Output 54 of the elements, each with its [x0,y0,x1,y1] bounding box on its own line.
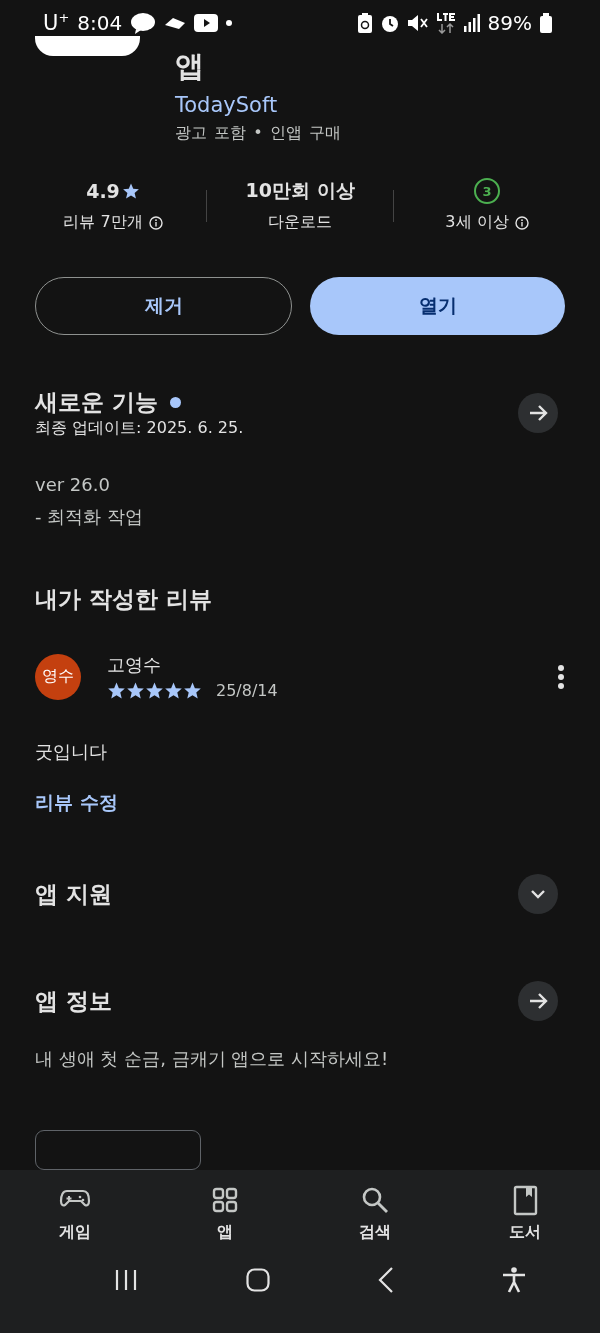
battery-saver-icon [357,12,372,33]
avatar: 영수 [35,653,81,700]
age-rating-label: 3세 이상 [445,212,509,234]
dot-icon [226,19,233,26]
app-icon [35,35,140,56]
rating-value: 4.9 [86,180,120,203]
lte-icon [435,11,456,34]
developer-link[interactable]: TodaySoft [175,90,341,119]
stat-label: 다운로드 [268,212,332,234]
review-date: 25/8/14 [216,681,278,700]
info-icon [514,216,529,230]
app-meta: 광고 포함 • 인앱 구매 [175,122,341,144]
play-icon [194,13,219,32]
new-indicator-icon [170,397,181,408]
download-count: 10만회 이상 [245,178,355,204]
star-icon [183,681,202,700]
nav-tab[interactable]: 앱 [150,1184,300,1243]
star-icon [121,182,140,201]
star-icon [164,681,183,700]
chat-icon [130,11,157,34]
carrier-name: U$^{+}$ [43,10,70,36]
section-title: 앱 정보 [35,986,113,1016]
recent-apps-icon[interactable] [114,1269,138,1291]
review-count: 리뷰 7만개 [63,212,143,234]
signal-icon [463,13,480,32]
open-button[interactable]: 열기 [310,277,565,335]
nav-tab[interactable]: 게임 [0,1184,150,1243]
info-icon [148,216,163,230]
app-title: 앱 [175,47,205,84]
chevron-down-icon[interactable] [518,874,558,914]
more-icon[interactable] [557,663,565,690]
star-icon [126,681,145,700]
star-icon [107,681,126,700]
release-note: ver 26.0 [35,473,111,497]
battery-percent: 89% [487,10,532,35]
update-date: 최종 업데이트: 2025. 6. 25. [35,418,245,439]
age-rating-badge: 3 [474,178,500,205]
back-icon[interactable] [378,1267,394,1293]
mute-icon [407,13,428,32]
clock-time: 8:04 [77,10,123,35]
release-note: - 최적화 작업 [35,505,144,529]
star-icon [145,681,164,700]
reviewer-name: 고영수 [107,653,162,677]
review-text: 굿입니다 [35,740,108,764]
section-title: 내가 작성한 리뷰 [35,585,213,614]
edit-review-link[interactable]: 리뷰 수정 [35,790,118,816]
accessibility-icon[interactable] [502,1267,526,1293]
section-title: 새로운 기능 [35,388,158,417]
nav-tab[interactable]: 검색 [300,1184,450,1243]
app-description: 내 생애 첫 순금, 금캐기 앱으로 시작하세요! [35,1047,390,1071]
section-title: 앱 지원 [35,879,113,909]
nav-tab[interactable]: 도서 [450,1184,600,1243]
battery-icon [540,12,552,33]
home-icon[interactable] [246,1268,270,1292]
